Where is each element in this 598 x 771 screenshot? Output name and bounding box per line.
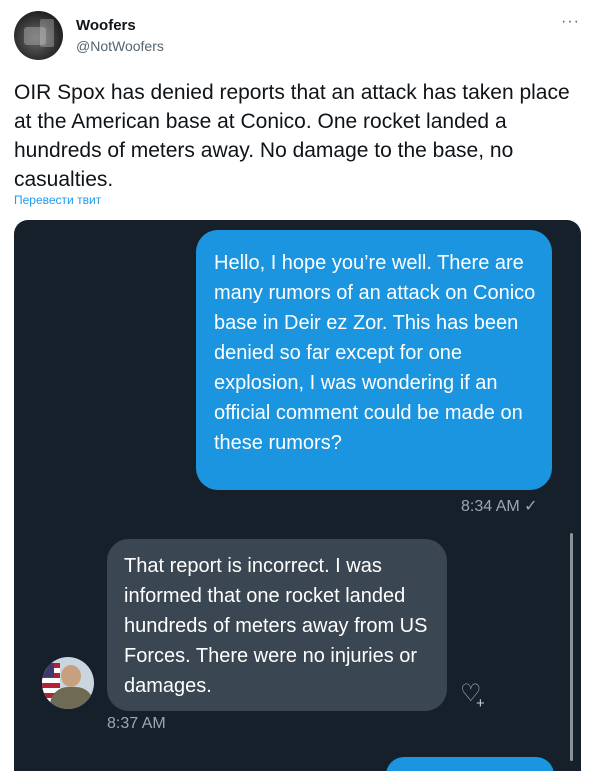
- next-outgoing-bubble-edge: [386, 757, 554, 771]
- tweet-header: Woofers @NotWoofers ···: [14, 11, 584, 61]
- add-reaction-icon: ♡ +: [460, 680, 488, 712]
- incoming-message-bubble: That report is incorrect. I was informed…: [107, 539, 447, 711]
- avatar-head: [61, 665, 81, 687]
- more-options-icon[interactable]: ···: [561, 13, 580, 31]
- sender-avatar: [42, 657, 94, 709]
- tweet-media-screenshot[interactable]: Hello, I hope you’re well. There are man…: [14, 220, 581, 771]
- flag-canton: [42, 663, 54, 677]
- avatar-uniform: [50, 687, 94, 709]
- outgoing-message-bubble: Hello, I hope you’re well. There are man…: [196, 230, 552, 490]
- tweet-text: OIR Spox has denied reports that an atta…: [14, 81, 570, 191]
- avatar-detail: [40, 19, 54, 47]
- user-avatar[interactable]: [14, 11, 63, 60]
- user-handle[interactable]: @NotWoofers: [76, 38, 164, 54]
- display-name[interactable]: Woofers: [76, 17, 136, 34]
- incoming-message-time: 8:37 AM: [107, 715, 166, 732]
- outgoing-message-time: 8:34 AM ✓: [461, 498, 538, 515]
- plus-icon: +: [476, 695, 485, 712]
- scrollbar: [570, 533, 573, 761]
- translate-tweet-link[interactable]: Перевести твит: [14, 193, 101, 207]
- incoming-message-text: That report is incorrect. I was informed…: [124, 555, 428, 697]
- outgoing-message-text: Hello, I hope you’re well. There are man…: [214, 252, 536, 454]
